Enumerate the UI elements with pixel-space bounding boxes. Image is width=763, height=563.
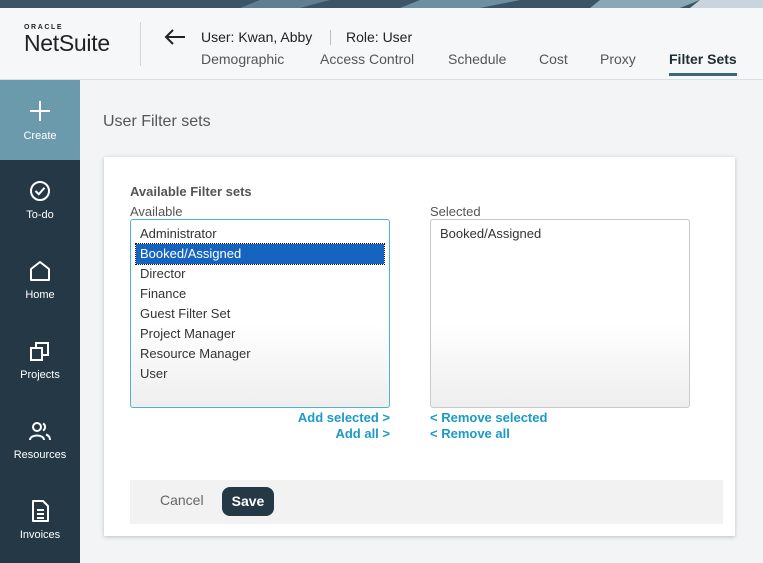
list-item[interactable]: Guest Filter Set: [136, 304, 384, 324]
available-label: Available: [130, 204, 183, 219]
cancel-button[interactable]: Cancel: [160, 492, 204, 508]
sidebar-item-label: Projects: [20, 369, 60, 381]
tab-cost[interactable]: Cost: [539, 51, 568, 73]
invoice-icon: [32, 500, 49, 522]
plus-icon: [30, 101, 50, 121]
sidebar-item-label: Create: [23, 130, 57, 142]
sidebar-item-projects[interactable]: Projects: [0, 320, 80, 400]
form-footer: Cancel Save: [130, 480, 723, 524]
selected-label: Selected: [430, 204, 481, 219]
list-item[interactable]: User: [136, 364, 384, 384]
remove-all-link[interactable]: < Remove all: [430, 426, 510, 441]
users-icon: [29, 422, 51, 441]
sidebar-item-resources[interactable]: Resources: [0, 400, 80, 480]
sidebar-item-create[interactable]: Create: [0, 80, 80, 160]
tab-demographic[interactable]: Demographic: [201, 51, 284, 73]
sidebar-item-home[interactable]: Home: [0, 240, 80, 320]
header-top-band: [0, 0, 763, 8]
add-all-link[interactable]: Add all >: [335, 426, 390, 441]
check-circle-icon: [30, 181, 50, 201]
add-selected-link[interactable]: Add selected >: [298, 410, 390, 425]
list-item[interactable]: Resource Manager: [136, 344, 384, 364]
tab-filter-sets[interactable]: Filter Sets: [669, 51, 737, 76]
logo-divider: [140, 22, 141, 66]
remove-selected-link[interactable]: < Remove selected: [430, 410, 547, 425]
netsuite-logo[interactable]: ORACLE NetSuite: [24, 24, 124, 55]
list-item[interactable]: Administrator: [136, 224, 384, 244]
selected-listbox[interactable]: Booked/Assigned: [430, 219, 690, 408]
list-item-highlighted[interactable]: Booked/Assigned: [135, 243, 385, 265]
list-item[interactable]: Finance: [136, 284, 384, 304]
sidebar-item-label: To-do: [26, 209, 54, 221]
list-item[interactable]: Project Manager: [136, 324, 384, 344]
sidebar-item-label: Invoices: [19, 529, 61, 541]
home-icon: [30, 261, 50, 281]
page-header: ORACLE NetSuite User: Kwan, Abby Role: U…: [0, 8, 763, 80]
netsuite-wordmark: NetSuite: [24, 30, 110, 56]
sidebar-item-label: Resources: [13, 449, 67, 461]
filter-sets-card: Available Filter sets Available Selected…: [104, 157, 735, 536]
sidebar-item-todo[interactable]: To-do: [0, 160, 80, 240]
context-role: Role: User: [346, 29, 413, 45]
page-title: User Filter sets: [103, 113, 211, 130]
tab-proxy[interactable]: Proxy: [600, 51, 636, 73]
context-user: User: Kwan, Abby: [201, 29, 313, 45]
sidebar-item-invoices[interactable]: Invoices: [0, 480, 80, 560]
tab-access-control[interactable]: Access Control: [320, 51, 414, 73]
tab-schedule[interactable]: Schedule: [448, 51, 506, 73]
list-item[interactable]: Booked/Assigned: [436, 224, 684, 244]
context-divider: [330, 30, 331, 45]
section-title: Available Filter sets: [130, 184, 252, 199]
back-arrow-icon[interactable]: [164, 28, 186, 46]
sidebar: Create To-do Home Projects Resources Inv…: [0, 80, 80, 563]
projects-icon: [30, 342, 49, 361]
sidebar-item-label: Home: [25, 289, 55, 301]
available-listbox[interactable]: Administrator Booked/Assigned Director F…: [130, 219, 390, 408]
list-item[interactable]: Director: [136, 264, 384, 284]
save-button[interactable]: Save: [222, 487, 274, 516]
